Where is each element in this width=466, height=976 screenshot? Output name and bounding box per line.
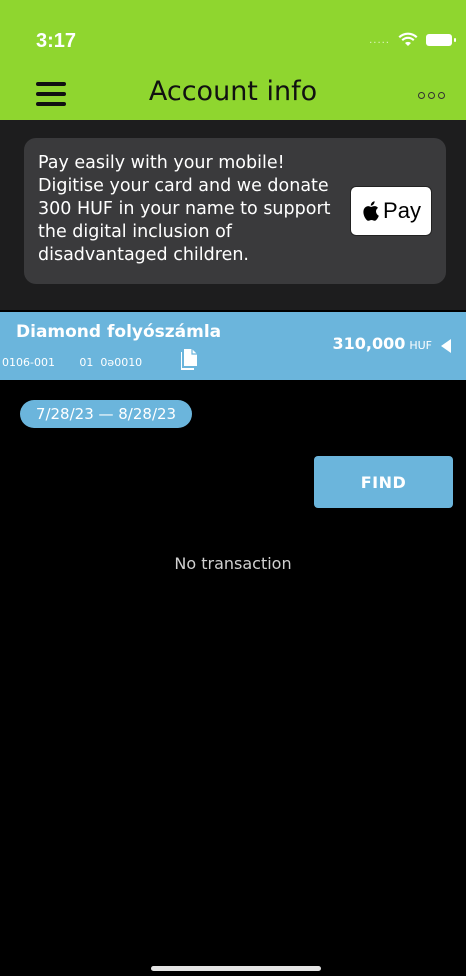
account-number: 0106-001 01 0ǝ0010 — [2, 356, 143, 369]
apple-pay-button[interactable]: Pay — [350, 186, 432, 236]
find-button[interactable]: FIND — [314, 456, 453, 508]
more-icon[interactable] — [418, 88, 448, 102]
date-range-picker[interactable]: 7/28/23 — 8/28/23 — [20, 400, 192, 428]
promo-banner[interactable]: Pay easily with your mobile! Digitise yo… — [24, 138, 446, 284]
signal-icon: ..... — [369, 34, 390, 46]
apple-icon — [363, 201, 379, 221]
promo-banner-area: Pay easily with your mobile! Digitise yo… — [0, 120, 466, 310]
nav-bar: Account info — [0, 70, 466, 120]
pay-label: Pay — [383, 198, 421, 223]
account-balance: 310,000 HUF — [332, 334, 432, 353]
promo-text: Pay easily with your mobile! Digitise yo… — [38, 153, 331, 265]
empty-state-text: No transaction — [174, 554, 292, 573]
battery-icon — [426, 34, 456, 46]
copy-icon[interactable] — [178, 348, 200, 372]
status-icons: ..... — [369, 30, 456, 50]
balance-currency: HUF — [409, 339, 432, 352]
balance-amount: 310,000 — [332, 334, 406, 353]
page-title: Account info — [148, 76, 318, 107]
account-name: Diamond folyószámla — [16, 322, 222, 342]
account-bar[interactable]: Diamond folyószámla 0106-001 01 0ǝ0010 3… — [0, 312, 466, 380]
wifi-icon — [398, 32, 418, 46]
collapse-arrow-icon[interactable] — [440, 338, 452, 354]
header: 3:17 ..... Account info — [0, 0, 466, 120]
status-time: 3:17 — [36, 30, 77, 52]
home-indicator[interactable] — [151, 966, 321, 971]
status-bar: 3:17 ..... — [0, 0, 466, 70]
